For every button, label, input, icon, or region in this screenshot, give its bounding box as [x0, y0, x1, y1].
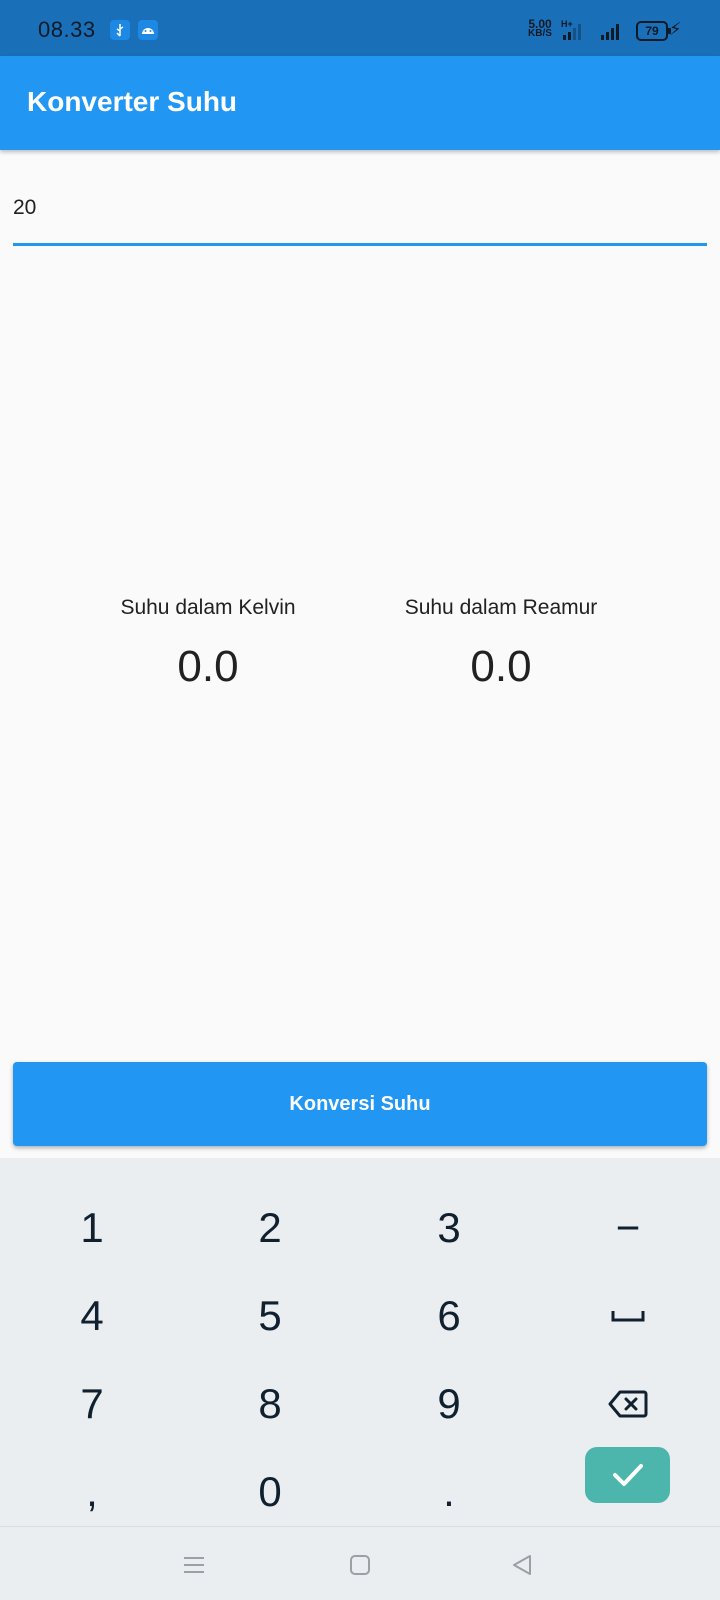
back-icon — [513, 1555, 531, 1575]
menu-button[interactable] — [174, 1545, 214, 1585]
key-1[interactable]: 1 — [2, 1184, 182, 1272]
status-bar: 08.33 5.00 KB/S H+ 79 ⚡︎ — [0, 0, 720, 56]
network-speed: 5.00 KB/S — [528, 17, 552, 39]
home-icon — [350, 1555, 370, 1575]
app-title: Konverter Suhu — [27, 86, 238, 117]
key-4[interactable]: 4 — [2, 1272, 182, 1360]
key-8[interactable]: 8 — [180, 1360, 360, 1448]
key-6[interactable]: 6 — [359, 1272, 539, 1360]
signal-icon — [601, 22, 619, 40]
reamur-label: Suhu dalam Reamur — [404, 596, 598, 619]
key-minus[interactable]: − — [538, 1184, 718, 1272]
reamur-result: Suhu dalam Reamur 0.0 — [371, 596, 631, 692]
home-button[interactable] — [340, 1545, 380, 1585]
android-icon — [138, 20, 158, 40]
usb-icon — [110, 20, 130, 40]
key-7[interactable]: 7 — [2, 1360, 182, 1448]
numeric-keyboard: 1 2 3 − 4 5 6 7 8 9 , 0 . — [0, 1158, 720, 1526]
key-backspace[interactable] — [538, 1360, 718, 1448]
app-bar: Konverter Suhu — [0, 56, 720, 150]
reamur-value: 0.0 — [470, 642, 532, 691]
menu-icon — [184, 1557, 204, 1573]
space-icon — [611, 1311, 645, 1322]
kelvin-label: Suhu dalam Kelvin — [120, 596, 296, 619]
input-underline — [13, 243, 707, 246]
signal-icon — [563, 22, 581, 40]
check-icon — [612, 1464, 643, 1486]
convert-button[interactable]: Konversi Suhu — [13, 1062, 707, 1146]
key-space[interactable] — [538, 1272, 718, 1360]
key-5[interactable]: 5 — [180, 1272, 360, 1360]
key-2[interactable]: 2 — [180, 1184, 360, 1272]
enter-key[interactable] — [585, 1447, 670, 1503]
temperature-input[interactable] — [13, 186, 707, 230]
charging-icon: ⚡︎ — [669, 19, 682, 39]
battery-icon: 79 — [636, 21, 671, 41]
key-9[interactable]: 9 — [359, 1360, 539, 1448]
backspace-icon — [608, 1390, 648, 1418]
kelvin-value: 0.0 — [177, 642, 239, 691]
key-3[interactable]: 3 — [359, 1184, 539, 1272]
back-button[interactable] — [502, 1545, 542, 1585]
key-comma[interactable]: , — [2, 1448, 182, 1536]
navigation-bar — [0, 1526, 720, 1600]
kelvin-result: Suhu dalam Kelvin 0.0 — [78, 596, 338, 692]
app-screen: 08.33 5.00 KB/S H+ 79 ⚡︎ Konverter Suhu … — [0, 0, 720, 1600]
key-period[interactable]: . — [359, 1448, 539, 1536]
key-0[interactable]: 0 — [180, 1448, 360, 1536]
status-time: 08.33 — [38, 17, 96, 42]
